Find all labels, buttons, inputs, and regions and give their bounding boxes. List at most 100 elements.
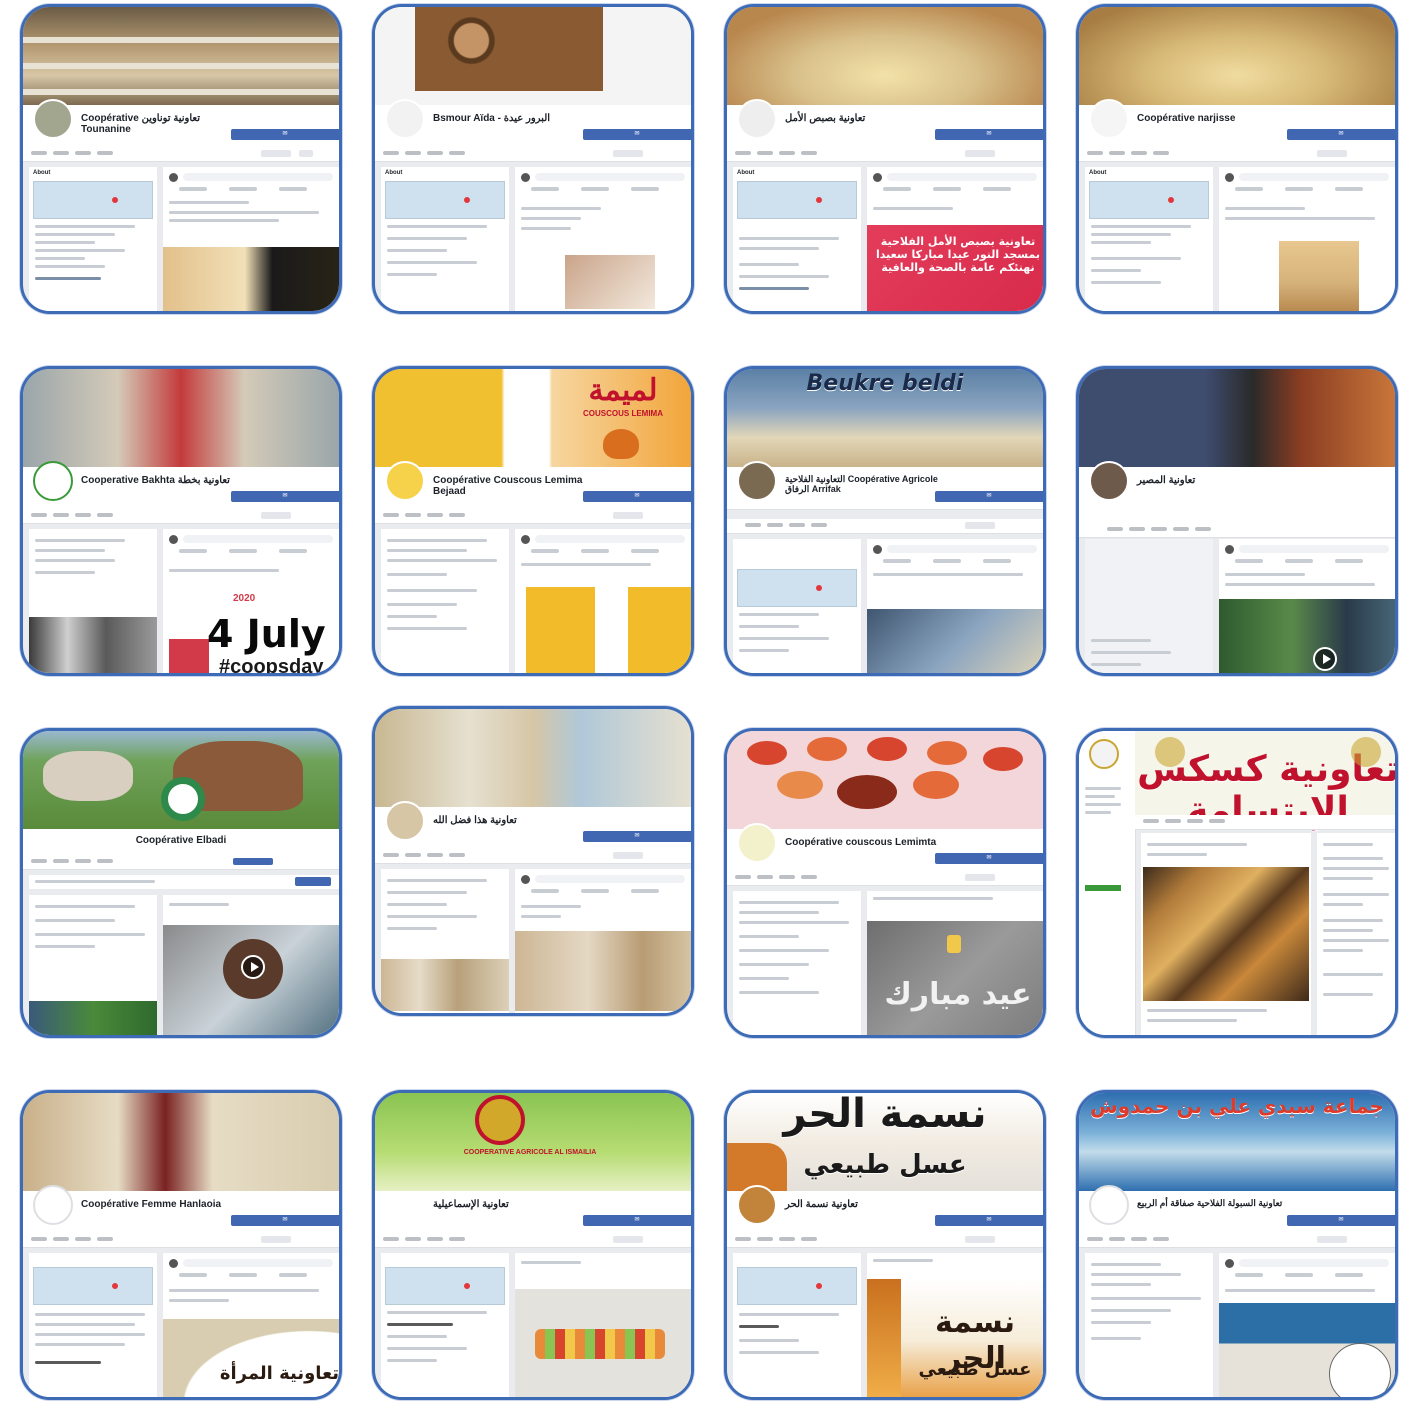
avatar[interactable]	[1089, 461, 1129, 501]
card-cooperative-tounanine[interactable]: Coopérative تعاونية توناوين Tounanine ✉ …	[20, 4, 342, 314]
card-femme-hanlaoia[interactable]: Coopérative Femme Hanlaoia ✉ تعاونية الم…	[20, 1090, 342, 1400]
play-icon[interactable]	[1313, 647, 1337, 671]
create-post-box[interactable]	[1225, 1257, 1395, 1279]
post-image[interactable]	[565, 255, 655, 309]
location-map[interactable]	[385, 181, 505, 219]
post-image[interactable]	[515, 587, 691, 673]
create-post-box[interactable]	[169, 533, 339, 555]
like-button[interactable]	[1317, 1236, 1347, 1243]
create-post-box[interactable]	[521, 533, 691, 555]
post-image[interactable]: عيد مبارك	[867, 921, 1043, 1035]
location-map[interactable]	[1089, 181, 1209, 219]
card-nasmat-alhor[interactable]: نسمة الحر عسل طبيعي تعاونية نسمة الحر ✉ …	[724, 1090, 1046, 1400]
avatar[interactable]	[385, 461, 425, 501]
photo-thumbnails[interactable]	[29, 1001, 157, 1035]
send-message-button[interactable]: ✉	[935, 853, 1043, 864]
like-button[interactable]	[965, 874, 995, 881]
avatar[interactable]	[1089, 1185, 1129, 1225]
avatar[interactable]	[33, 461, 73, 501]
post-image[interactable]	[867, 609, 1043, 673]
like-button[interactable]	[965, 150, 995, 157]
post-image[interactable]	[163, 247, 339, 311]
card-bsbs-amal[interactable]: تعاونية بصبص الأمل ✉ About تعاونية بصبص …	[724, 4, 1046, 314]
tab-home[interactable]	[31, 151, 47, 155]
avatar[interactable]	[33, 1185, 73, 1225]
card-elbadi[interactable]: Coopérative Elbadi	[20, 728, 342, 1038]
tab-photos[interactable]	[97, 151, 113, 155]
location-map[interactable]	[737, 1267, 857, 1305]
send-message-button[interactable]: ✉	[231, 1215, 339, 1226]
location-map[interactable]	[33, 181, 153, 219]
card-ibtissama[interactable]: تعاونية كسكس الإبتسامة	[1076, 728, 1398, 1038]
card-ismailia[interactable]: COOPERATIVE AGRICOLE AL ISMAILIA تعاونية…	[372, 1090, 694, 1400]
send-button[interactable]	[295, 877, 331, 886]
like-button[interactable]	[261, 150, 291, 157]
card-hada-fadl-allah[interactable]: تعاونية هذا فضل الله ✉	[372, 706, 694, 1016]
like-button[interactable]	[965, 522, 995, 529]
post-image[interactable]	[1143, 867, 1309, 1001]
post-video[interactable]	[1219, 599, 1395, 673]
create-post-box[interactable]	[1225, 543, 1395, 565]
send-message-button[interactable]: ✉	[1287, 1215, 1395, 1226]
post-image[interactable]: تعاونية بصبص الأمل الفلاحية بمسجد النور …	[867, 225, 1043, 311]
post-image[interactable]: 2020 4 July #coopsday	[163, 593, 339, 673]
send-message-button[interactable]: ✉	[583, 831, 691, 842]
like-button[interactable]	[613, 150, 643, 157]
post-image[interactable]	[515, 1289, 691, 1397]
post-image[interactable]: تعاونية المرأة	[163, 1319, 339, 1397]
send-message-button[interactable]: ✉	[231, 129, 339, 140]
card-soboula[interactable]: جماعة سيدي علي بن حمدوش تعاونية السبولة …	[1076, 1090, 1398, 1400]
message-button[interactable]	[233, 858, 273, 865]
avatar[interactable]	[385, 99, 425, 139]
card-almasir[interactable]: تعاونية المصير	[1076, 366, 1398, 676]
location-map[interactable]	[385, 1267, 505, 1305]
send-message-button[interactable]: ✉	[583, 1215, 691, 1226]
like-button[interactable]	[613, 1236, 643, 1243]
avatar[interactable]	[1089, 99, 1129, 139]
create-post-box[interactable]	[873, 543, 1043, 565]
card-narjisse[interactable]: Coopérative narjisse ✉ About	[1076, 4, 1398, 314]
location-map[interactable]	[737, 181, 857, 219]
card-bakhta[interactable]: Cooperative Bakhta تعاونية بخطة ✉ 2020 4…	[20, 366, 342, 676]
card-lemima-bejaad[interactable]: لميمة COUSCOUS LEMIMA Coopérative Cousco…	[372, 366, 694, 676]
like-button[interactable]	[1317, 150, 1347, 157]
avatar[interactable]	[737, 823, 777, 863]
card-arrifak[interactable]: Beukre beldi التعاونية الفلاحية Coopérat…	[724, 366, 1046, 676]
create-post-box[interactable]	[1225, 171, 1395, 193]
share-button[interactable]	[299, 150, 313, 157]
card-lemimta[interactable]: Coopérative couscous Lemimta ✉ عيد مبارك	[724, 728, 1046, 1038]
send-message-button[interactable]: ✉	[1287, 129, 1395, 140]
send-message-button[interactable]: ✉	[935, 1215, 1043, 1226]
create-post-box[interactable]	[521, 873, 691, 895]
post-image[interactable]	[515, 931, 691, 1011]
like-button[interactable]	[613, 852, 643, 859]
photo-thumbnails[interactable]	[29, 617, 157, 673]
photo-thumbnails[interactable]	[381, 959, 509, 1011]
post-image[interactable]	[1219, 1303, 1395, 1397]
avatar[interactable]	[737, 461, 777, 501]
send-message-button[interactable]: ✉	[935, 129, 1043, 140]
create-post-box[interactable]	[169, 171, 339, 193]
create-post-box[interactable]	[873, 171, 1043, 193]
send-message-button[interactable]: ✉	[231, 491, 339, 502]
location-map[interactable]	[33, 1267, 153, 1305]
post-video[interactable]	[163, 925, 339, 1035]
create-post-box[interactable]	[169, 1257, 339, 1279]
post-image[interactable]	[1279, 241, 1359, 311]
create-post-box[interactable]	[521, 171, 691, 193]
send-message-button[interactable]: ✉	[935, 491, 1043, 502]
play-icon[interactable]	[241, 955, 265, 979]
tab-about[interactable]	[75, 151, 91, 155]
avatar[interactable]	[737, 1185, 777, 1225]
like-button[interactable]	[261, 512, 291, 519]
card-bsmour-aida[interactable]: Bsmour Aïda - البرور عيدة ✉ About	[372, 4, 694, 314]
like-button[interactable]	[613, 512, 643, 519]
send-message-button[interactable]: ✉	[583, 129, 691, 140]
post-image[interactable]: نسمة الحر عسل طبيعي	[867, 1279, 1043, 1397]
like-button[interactable]	[261, 1236, 291, 1243]
send-message-button[interactable]: ✉	[583, 491, 691, 502]
tab-posts[interactable]	[53, 151, 69, 155]
avatar[interactable]	[737, 99, 777, 139]
avatar[interactable]	[385, 801, 425, 841]
like-button[interactable]	[965, 1236, 995, 1243]
